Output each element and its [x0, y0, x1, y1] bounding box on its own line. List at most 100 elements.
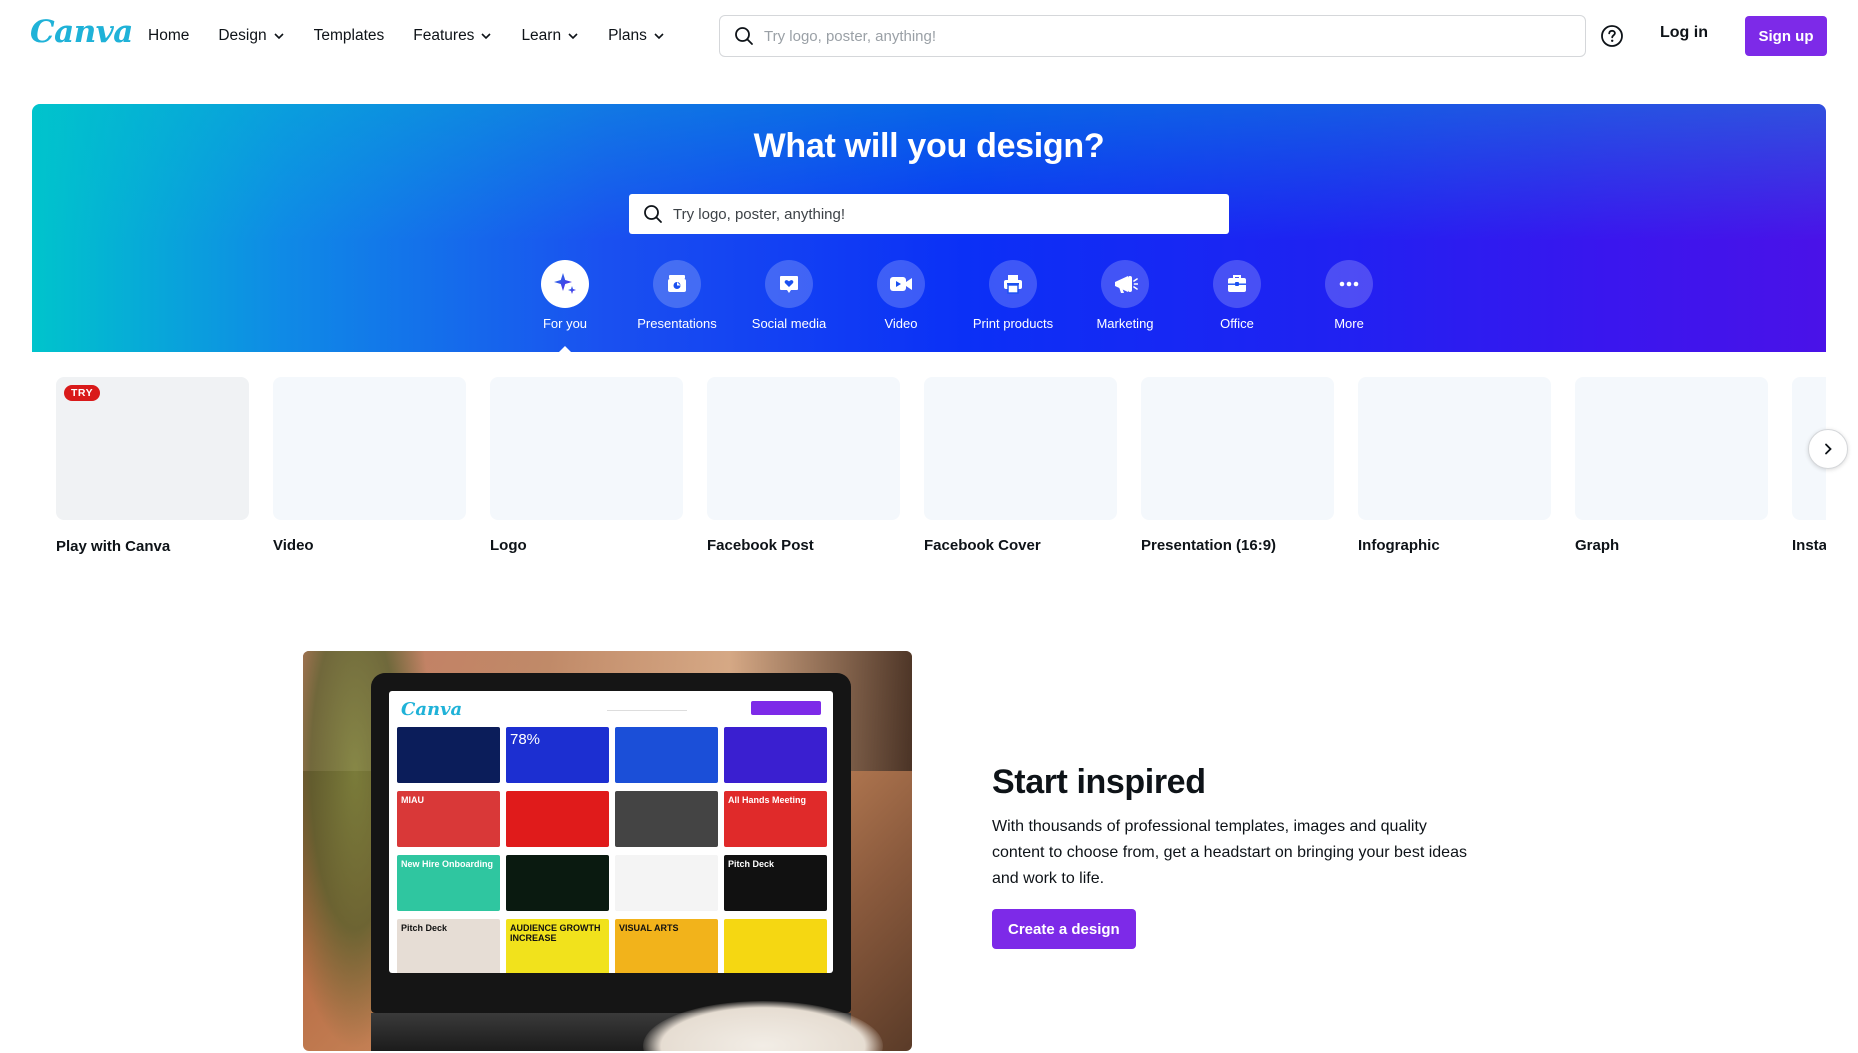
top-search-box[interactable]	[719, 15, 1586, 57]
design-type-label: Graph	[1575, 537, 1620, 554]
chevron-down-icon	[568, 33, 578, 40]
tab-office[interactable]: Office	[1181, 260, 1293, 331]
design-type-label: Facebook Post	[707, 537, 814, 554]
design-type-label: Logo	[490, 537, 527, 554]
design-type-card[interactable]: Presentation (16:9)	[1141, 377, 1334, 554]
tab-for-you[interactable]: For you	[509, 260, 621, 355]
tab-label: Print products	[972, 316, 1054, 331]
design-type-card[interactable]: Infographic	[1358, 377, 1551, 554]
tab-icon-circle	[1325, 260, 1373, 308]
nav-design[interactable]: Design	[218, 27, 284, 45]
briefcase-icon	[1228, 275, 1246, 292]
nav-home-label: Home	[148, 27, 190, 44]
template-tile	[724, 727, 827, 783]
tab-icon-circle	[653, 260, 701, 308]
template-tile: VISUAL ARTS	[615, 919, 718, 973]
tab-video[interactable]: Video	[845, 260, 957, 331]
chevron-down-icon	[274, 33, 284, 40]
template-tile	[615, 727, 718, 783]
sparkle-icon	[554, 273, 576, 294]
template-tile	[724, 919, 827, 973]
question-circle-icon[interactable]	[1600, 24, 1624, 48]
template-tile: New Hire Onboarding	[397, 855, 500, 911]
design-type-thumbnail	[490, 377, 683, 520]
template-tile: Pitch Deck	[724, 855, 827, 911]
nav-learn[interactable]: Learn	[521, 27, 579, 45]
nav-templates[interactable]: Templates	[314, 27, 385, 45]
design-type-label: Presentation (16:9)	[1141, 537, 1277, 554]
tab-icon-circle	[877, 260, 925, 308]
design-type-card[interactable]: TRY Play with Canva	[56, 377, 249, 555]
tab-icon-circle	[765, 260, 813, 308]
megaphone-icon	[1115, 276, 1138, 293]
tab-presentations[interactable]: Presentations	[621, 260, 733, 331]
nav-plans-label: Plans	[608, 27, 647, 44]
screen-canva-logo: Canva	[401, 699, 463, 720]
hero-search-box[interactable]	[629, 194, 1229, 234]
design-type-card[interactable]: Logo	[490, 377, 683, 554]
tab-label: Presentations	[637, 316, 717, 331]
template-tile	[615, 855, 718, 911]
active-tab-indicator	[556, 346, 574, 355]
tab-social-media[interactable]: Social media	[733, 260, 845, 331]
nav-plans[interactable]: Plans	[608, 27, 665, 45]
tab-icon-circle	[1213, 260, 1261, 308]
chevron-down-icon	[654, 33, 664, 40]
template-tile	[506, 855, 609, 911]
nav-templates-label: Templates	[313, 27, 385, 44]
top-search-input[interactable]	[764, 27, 1544, 45]
design-type-label: Facebook Cover	[924, 537, 1041, 554]
canva-logo[interactable]: Canva	[30, 14, 133, 50]
signup-button[interactable]: Sign up	[1745, 16, 1827, 56]
template-tile	[506, 791, 609, 847]
design-type-thumbnail	[273, 377, 466, 520]
feature-description: With thousands of professional templates…	[992, 818, 1467, 887]
template-tile: All Hands Meeting	[724, 791, 827, 847]
design-type-thumbnail	[1358, 377, 1551, 520]
hero-banner: What will you design? For you Presentati…	[32, 104, 1826, 355]
screen-search-bar	[607, 703, 687, 711]
feature-text-block: Start inspired With thousands of profess…	[992, 763, 1492, 949]
design-type-label: Infographic	[1358, 537, 1440, 554]
more-dots-icon	[1339, 281, 1359, 287]
tab-label: Social media	[751, 316, 827, 331]
carousel-next-button[interactable]	[1808, 429, 1848, 469]
nav-features[interactable]: Features	[413, 27, 492, 45]
tab-icon-circle	[541, 260, 589, 308]
design-type-label: Instag	[1792, 537, 1826, 554]
design-type-card[interactable]: Facebook Post	[707, 377, 900, 554]
laptop-templates-photo: Canva 78% MIAU All Hands Meeting New Hire O…	[303, 651, 912, 1051]
hero-title: What will you design?	[753, 127, 1105, 165]
login-button[interactable]: Log in	[1660, 24, 1708, 42]
design-type-thumbnail	[707, 377, 900, 520]
hero-search-input[interactable]	[673, 205, 1213, 223]
design-type-card[interactable]: Facebook Cover	[924, 377, 1117, 554]
nav-learn-label: Learn	[521, 27, 562, 44]
video-camera-icon	[890, 277, 912, 291]
template-tile: AUDIENCE GROWTH INCREASE	[506, 919, 609, 973]
template-tile: MIAU	[397, 791, 500, 847]
laptop: Canva 78% MIAU All Hands Meeting New Hire O…	[371, 673, 851, 1013]
design-type-thumbnail	[924, 377, 1117, 520]
design-type-thumbnail	[1141, 377, 1334, 520]
design-type-card[interactable]: Graph	[1575, 377, 1768, 554]
tab-marketing[interactable]: Marketing	[1069, 260, 1181, 331]
printer-icon	[1004, 275, 1022, 294]
chevron-right-icon	[1825, 443, 1832, 455]
top-navigation: Canva Home Design Templates Features Lea…	[0, 0, 1858, 72]
chevron-down-icon	[481, 33, 492, 40]
try-badge: TRY	[64, 385, 101, 401]
tab-icon-circle	[989, 260, 1037, 308]
create-design-button[interactable]: Create a design	[992, 909, 1136, 949]
tab-label: Marketing	[1096, 316, 1154, 331]
design-type-label: Play with Canva	[56, 538, 171, 555]
design-type-label: Video	[273, 537, 314, 554]
design-type-card[interactable]: Video	[273, 377, 466, 554]
tab-label: Video	[884, 316, 918, 331]
category-tabs: For you Presentations Social media Video	[509, 260, 1405, 355]
feature-title: Start inspired	[992, 763, 1206, 801]
nav-home[interactable]: Home	[148, 27, 189, 45]
tab-more[interactable]: More	[1293, 260, 1405, 331]
search-icon	[735, 27, 753, 45]
tab-print-products[interactable]: Print products	[957, 260, 1069, 331]
